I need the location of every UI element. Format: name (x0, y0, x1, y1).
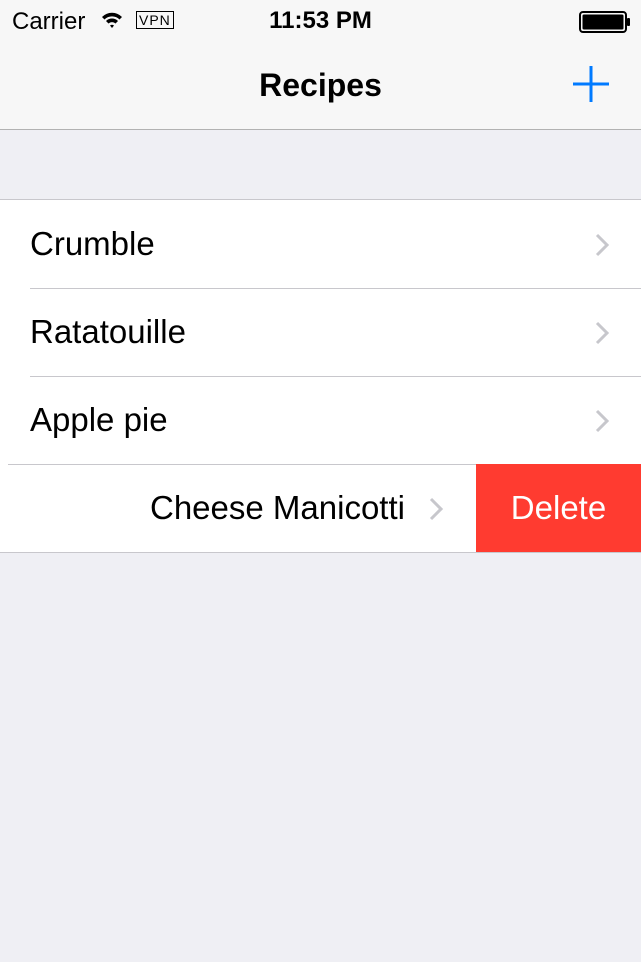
page-title: Recipes (259, 67, 382, 103)
table-row[interactable]: Apple pie (0, 376, 641, 464)
navigation-bar: Carrier VPN 11:53 PM Recipes (0, 0, 641, 130)
table-row[interactable]: Ratatouille (0, 288, 641, 376)
plus-icon (573, 66, 609, 102)
table-row[interactable]: Crumble (0, 200, 641, 288)
table-row-swiped[interactable]: Cheese Manicotti Delete (0, 464, 641, 552)
row-content[interactable]: Ratatouille (0, 288, 641, 376)
row-content[interactable]: Apple pie (0, 376, 641, 464)
row-content[interactable]: Crumble (0, 200, 641, 288)
recipe-label: Ratatouille (30, 313, 186, 350)
recipe-label: Crumble (30, 225, 155, 262)
chevron-right-icon (595, 409, 610, 433)
add-button[interactable] (566, 60, 616, 110)
delete-button[interactable]: Delete (476, 464, 641, 552)
chevron-right-icon (595, 233, 610, 257)
status-time: 11:53 PM (269, 7, 372, 34)
chevron-right-icon (429, 497, 444, 521)
status-bar: Carrier VPN 11:53 PM (0, 0, 641, 40)
recipes-table: Crumble Ratatouille Apple pie Cheese Man… (0, 199, 641, 553)
battery-icon (579, 11, 630, 33)
recipe-label: Cheese Manicotti (150, 489, 405, 526)
recipe-label: Apple pie (30, 401, 168, 438)
chevron-right-icon (595, 321, 610, 345)
